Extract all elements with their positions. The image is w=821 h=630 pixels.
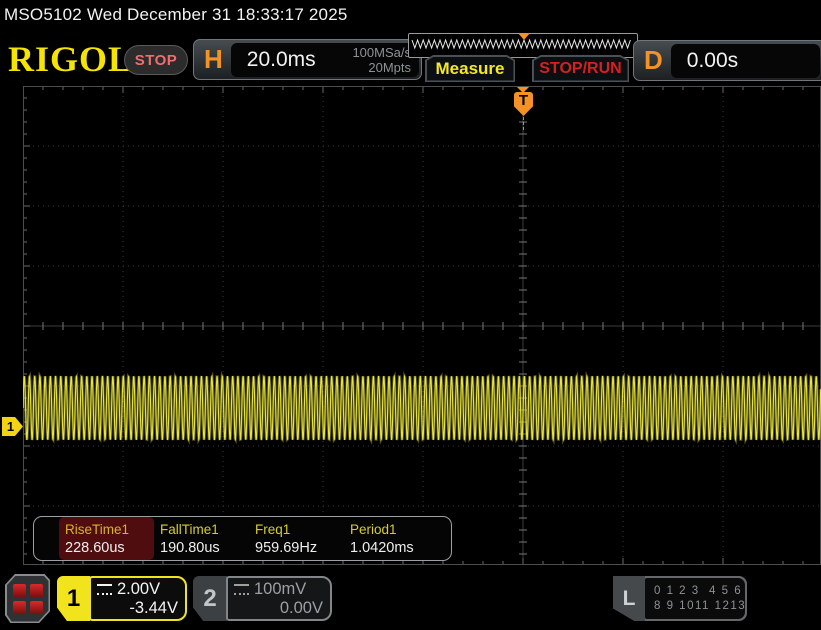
trigger-delay-panel[interactable]: D 0.00s (633, 40, 821, 81)
menu-grid-square (29, 600, 43, 614)
measurement-period1[interactable]: Period1 1.0420ms (344, 517, 439, 560)
channel2-tab[interactable]: 2 (193, 576, 227, 621)
measurements-panel: RiseTime1 228.60us FallTime1 190.80us Fr… (33, 516, 452, 561)
logic-label: L (613, 576, 645, 621)
menu-grid-button[interactable] (5, 574, 50, 623)
timebase-value: 20.0ms (246, 47, 316, 71)
channel1-tab[interactable]: 1 (57, 576, 90, 621)
measurement-risetime1[interactable]: RiseTime1 228.60us (59, 517, 154, 560)
channel2-offset: 0.00V (279, 599, 323, 617)
horizontal-timebase-panel[interactable]: H 20.0ms 100MSa/s 20Mpts (193, 39, 422, 80)
channel1-offset: -3.44V (129, 599, 178, 617)
graticule (23, 86, 821, 565)
measurement-falltime1[interactable]: FallTime1 190.80us (154, 517, 249, 560)
rigol-logo: RIGOL (8, 39, 134, 79)
channel2-panel[interactable]: 100mV 0.00V (226, 576, 332, 621)
logic-channels-button[interactable]: L 0 1 2 3 4 5 6 78 9 1011 12131415 (613, 576, 747, 621)
menu-grid-square (29, 583, 43, 597)
timebase-readout: 20.0ms 100MSa/s 20Mpts (230, 42, 419, 77)
measurement-freq1[interactable]: Freq1 959.69Hz (249, 517, 344, 560)
acquisition-status-badge: STOP (124, 45, 188, 75)
channel2-scale: 100mV (254, 580, 307, 598)
stop-run-button[interactable]: STOP/RUN (532, 55, 629, 82)
horizontal-label: H (204, 44, 223, 74)
model-and-datetime: MSO5102 Wed December 31 18:33:17 2025 (4, 5, 348, 24)
measure-button[interactable]: Measure (425, 55, 515, 82)
channel1-scale: 2.00V (117, 580, 161, 598)
trigger-marker-stem (523, 117, 524, 130)
menu-grid-square (12, 600, 26, 614)
menu-grid-square (12, 583, 26, 597)
delay-value: 0.00s (686, 48, 739, 72)
sample-rate-block: 100MSa/s 20Mpts (352, 45, 411, 75)
oscilloscope-screen: MSO5102 Wed December 31 18:33:17 2025 RI… (0, 0, 821, 630)
channel1-panel[interactable]: 2.00V -3.44V (89, 576, 187, 621)
delay-readout: 0.00s (670, 43, 820, 78)
channel1-ground-marker[interactable]: 1 (2, 417, 23, 436)
logic-channel-list: 0 1 2 3 4 5 6 78 9 1011 12131415 (645, 578, 747, 619)
sample-rate: 100MSa/s (352, 44, 411, 60)
overview-trigger-position-icon[interactable] (518, 33, 530, 40)
delay-label: D (644, 45, 663, 75)
channel1-waveform (23, 370, 821, 446)
dc-coupling-icon (97, 583, 112, 595)
dc-coupling-icon (234, 583, 249, 595)
waveform-overview-strip[interactable] (408, 33, 638, 58)
memory-depth: 20Mpts (368, 59, 411, 75)
